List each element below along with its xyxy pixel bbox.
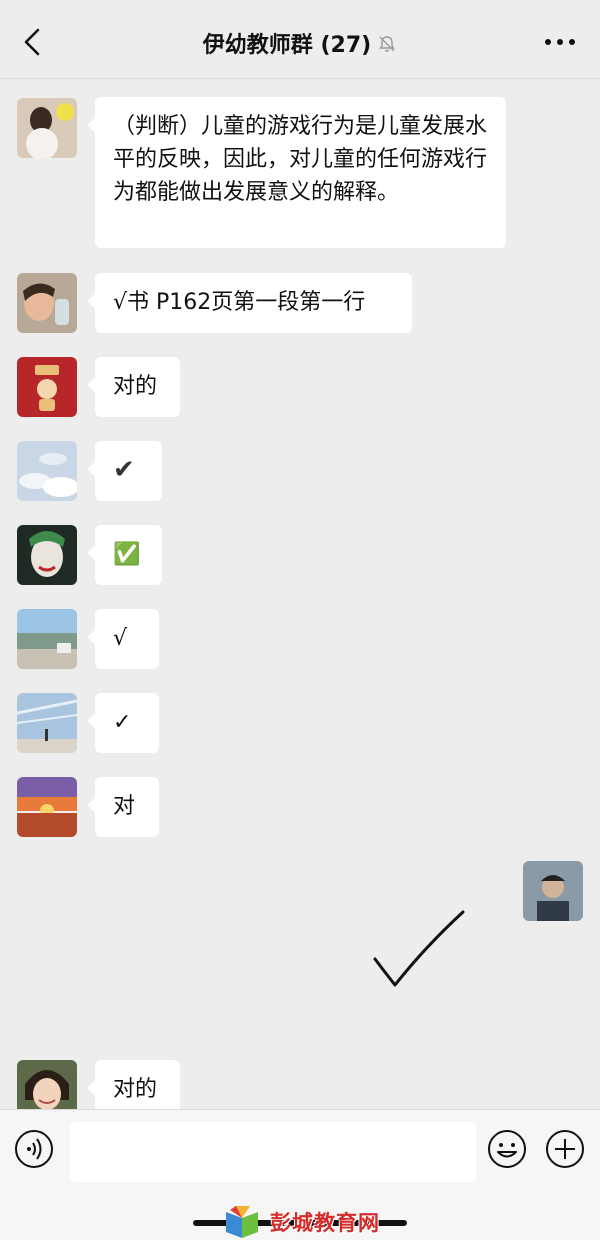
message-text: 对的 [113, 1077, 158, 1102]
message-bubble[interactable]: ✓ [87, 693, 159, 753]
more-icon[interactable] [542, 28, 578, 56]
message-input[interactable] [70, 1122, 476, 1182]
watermark-logo-icon [226, 1206, 258, 1238]
message-text: √书 P162页第一段第一行 [113, 290, 366, 315]
avatar[interactable] [17, 98, 77, 158]
input-bar: 彭城教育网 [0, 1109, 600, 1240]
avatar[interactable] [17, 777, 77, 837]
avatar[interactable] [17, 1060, 77, 1109]
avatar[interactable] [17, 357, 77, 417]
watermark-text: 彭城教育网 [270, 1210, 380, 1235]
message-text: ✔ [113, 455, 135, 485]
message-text: 对的 [113, 374, 158, 399]
message-text: ✓ [113, 710, 132, 735]
voice-icon[interactable] [14, 1129, 54, 1169]
avatar[interactable] [17, 525, 77, 585]
message-bubble[interactable]: √ [87, 609, 159, 669]
chat-title: 伊幼教师群 (27) [0, 27, 600, 59]
message-bubble[interactable]: ✔ [87, 441, 162, 501]
message-bubble[interactable]: ✅ [87, 525, 162, 585]
message-text: （判断）儿童的游戏行为是儿童发展水平的反映，因此，对儿童的任何游戏行为都能做出发… [113, 114, 488, 205]
message-bubble[interactable]: 对的 [87, 357, 180, 417]
handwritten-check-mark[interactable] [370, 909, 470, 989]
message-text: ✅ [113, 542, 141, 567]
avatar[interactable] [17, 609, 77, 669]
avatar[interactable] [17, 273, 77, 333]
plus-icon[interactable] [545, 1129, 585, 1169]
bell-off-icon [379, 36, 396, 52]
watermark: 彭城教育网 [222, 1204, 380, 1240]
message-text: √ [113, 626, 128, 651]
message-bubble[interactable]: √书 P162页第一段第一行 [87, 273, 412, 333]
avatar[interactable] [17, 441, 77, 501]
emoji-icon[interactable] [487, 1129, 527, 1169]
group-name: 伊幼教师群 (27) [202, 33, 372, 58]
chat-header: 伊幼教师群 (27) [0, 0, 600, 79]
message-bubble[interactable]: 对的 [87, 1060, 180, 1109]
message-bubble[interactable]: （判断）儿童的游戏行为是儿童发展水平的反映，因此，对儿童的任何游戏行为都能做出发… [87, 97, 506, 248]
my-avatar[interactable] [523, 861, 583, 921]
message-text: 对 [113, 794, 136, 819]
message-list[interactable]: （判断）儿童的游戏行为是儿童发展水平的反映，因此，对儿童的任何游戏行为都能做出发… [0, 79, 600, 1109]
avatar[interactable] [17, 693, 77, 753]
message-bubble[interactable]: 对 [87, 777, 159, 837]
